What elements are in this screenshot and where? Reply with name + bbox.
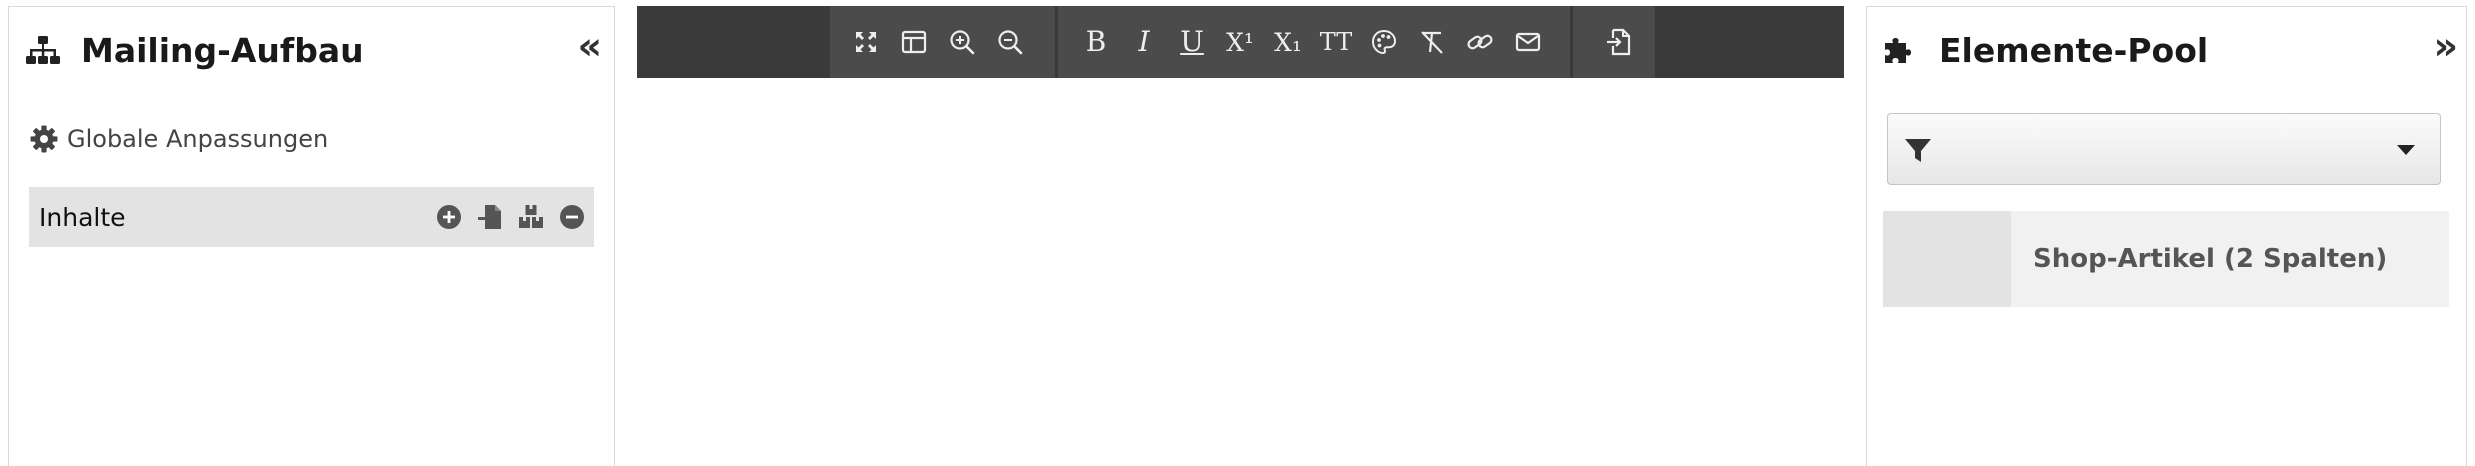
- font-size-button[interactable]: TT: [1317, 23, 1355, 61]
- underline-button[interactable]: U: [1173, 23, 1211, 61]
- import-file-icon[interactable]: [476, 203, 504, 231]
- zoom-in-button[interactable]: [943, 23, 981, 61]
- italic-button[interactable]: I: [1125, 23, 1163, 61]
- content-section-label: Inhalte: [39, 202, 126, 232]
- pool-item[interactable]: Shop-Artikel (2 Spalten): [1883, 211, 2449, 307]
- layout-button[interactable]: [895, 23, 933, 61]
- export-file-icon: [1607, 28, 1631, 56]
- chevron-down-icon: [2397, 145, 2415, 155]
- zoom-in-icon: [950, 30, 975, 55]
- font-size-label: TT: [1319, 28, 1353, 56]
- link-button[interactable]: [1461, 23, 1499, 61]
- collapse-right-button[interactable]: »: [2433, 27, 2458, 65]
- envelope-icon: [1515, 32, 1541, 52]
- zoom-out-button[interactable]: [991, 23, 1029, 61]
- global-settings-label: Globale Anpassungen: [67, 125, 329, 153]
- pool-item-label: Shop-Artikel (2 Spalten): [2033, 244, 2388, 274]
- editor-panel: B I U X¹ X₁ TT: [637, 6, 1844, 466]
- puzzle-icon: [1885, 38, 1911, 63]
- export-button[interactable]: [1600, 23, 1638, 61]
- fullscreen-button[interactable]: [847, 23, 885, 61]
- pool-item-thumbnail: [1883, 211, 2011, 307]
- element-pool-panel: Elemente-Pool » Shop-Artikel (2 Spalten): [1866, 6, 2467, 466]
- clear-format-button[interactable]: [1413, 23, 1451, 61]
- editor-canvas[interactable]: [637, 78, 1844, 466]
- text-color-button[interactable]: [1365, 23, 1403, 61]
- bold-label: B: [1085, 25, 1107, 58]
- view-toolbar-group: [830, 6, 1055, 78]
- panel-header: Mailing-Aufbau «: [9, 7, 614, 97]
- format-toolbar-group: B I U X¹ X₁ TT: [1058, 6, 1570, 78]
- gear-icon: [30, 125, 58, 153]
- editor-toolbar: B I U X¹ X₁ TT: [637, 6, 1844, 78]
- underline-label: U: [1180, 25, 1204, 58]
- subscript-label: X₁: [1274, 27, 1302, 57]
- content-actions: [435, 187, 586, 247]
- element-filter-select[interactable]: [1887, 113, 2441, 185]
- sitemap-icon: [26, 36, 60, 64]
- clear-format-icon: [1421, 31, 1443, 54]
- minus-circle-icon[interactable]: [558, 203, 586, 231]
- palette-icon: [1371, 29, 1397, 55]
- panel-title: Elemente-Pool: [1939, 31, 2209, 70]
- content-section[interactable]: Inhalte: [29, 187, 594, 247]
- plus-circle-icon[interactable]: [435, 203, 463, 231]
- mailing-structure-panel: Mailing-Aufbau « Globale Anpassungen Inh…: [8, 6, 615, 466]
- panel-header: Elemente-Pool »: [1867, 7, 2466, 97]
- collapse-left-button[interactable]: «: [577, 27, 602, 65]
- filter-icon: [1905, 139, 1931, 162]
- layout-icon: [901, 30, 927, 54]
- export-toolbar-group: [1573, 6, 1655, 78]
- superscript-label: X¹: [1226, 27, 1254, 57]
- link-icon: [1467, 34, 1493, 50]
- boxes-icon[interactable]: [517, 203, 545, 231]
- bold-button[interactable]: B: [1077, 23, 1115, 61]
- italic-label: I: [1138, 25, 1150, 58]
- subscript-button[interactable]: X₁: [1269, 23, 1307, 61]
- email-link-button[interactable]: [1509, 23, 1547, 61]
- panel-title: Mailing-Aufbau: [81, 31, 364, 70]
- superscript-button[interactable]: X¹: [1221, 23, 1259, 61]
- global-settings-link[interactable]: Globale Anpassungen: [29, 119, 328, 159]
- fullscreen-icon: [856, 32, 876, 52]
- zoom-out-icon: [998, 30, 1023, 55]
